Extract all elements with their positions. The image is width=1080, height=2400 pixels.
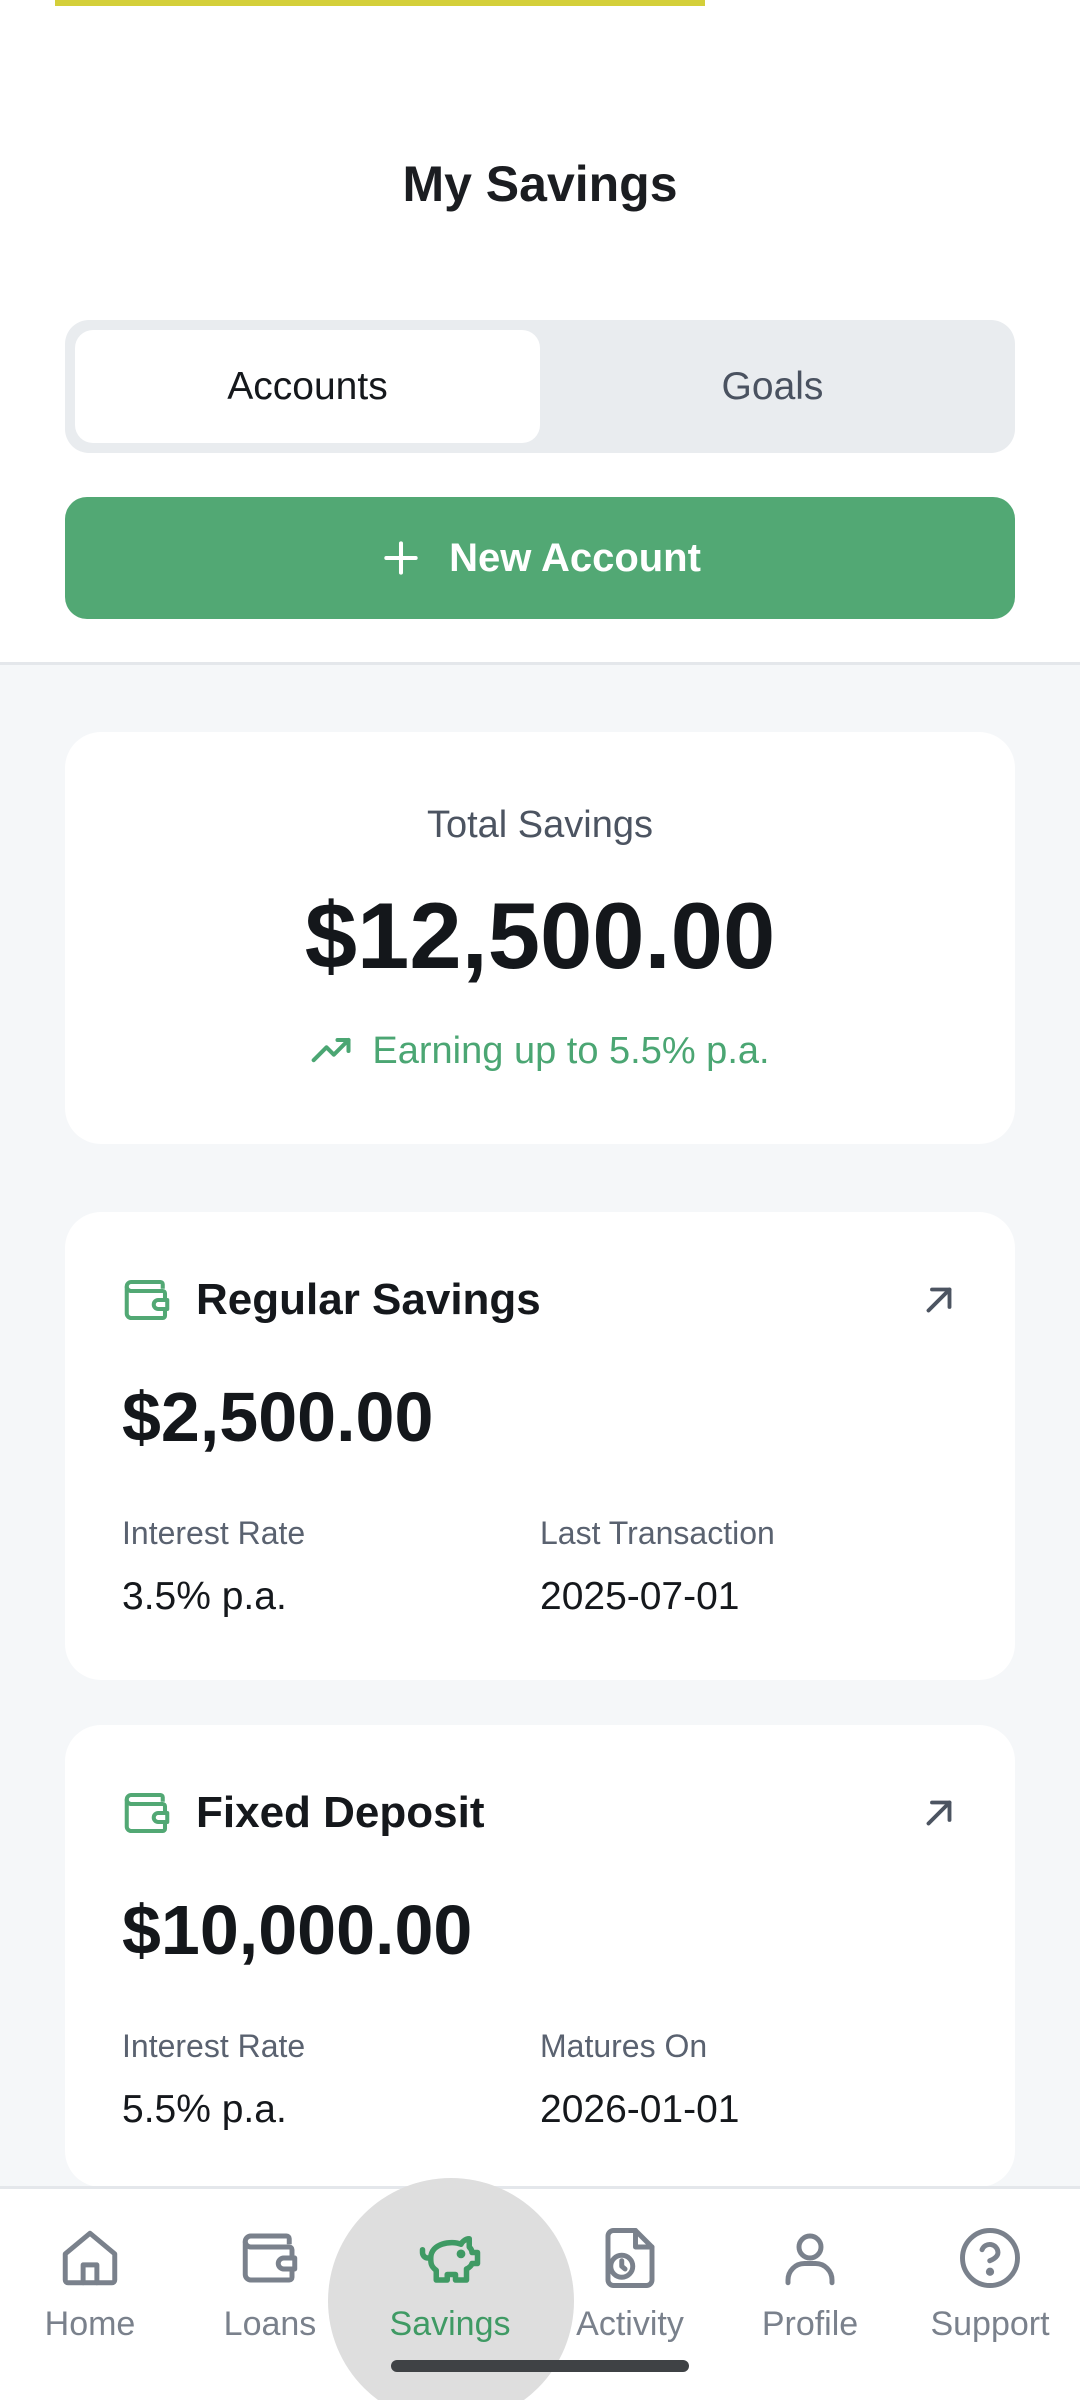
new-account-label: New Account xyxy=(449,535,701,580)
earning-rate: Earning up to 5.5% p.a. xyxy=(65,1029,1015,1073)
account-header: Fixed Deposit xyxy=(120,1783,960,1843)
nav-label: Loans xyxy=(223,2305,317,2343)
nav-label: Profile xyxy=(761,2305,859,2343)
account-name: Regular Savings xyxy=(196,1275,541,1324)
file-clock-icon xyxy=(605,2228,655,2288)
account-card-fixed-deposit[interactable]: Fixed Deposit $10,000.00 Interest Rate M… xyxy=(65,1725,1015,2187)
arrow-up-right-icon[interactable] xyxy=(918,1792,960,1834)
account-balance: $10,000.00 xyxy=(122,1891,473,1969)
wallet-icon xyxy=(242,2233,298,2283)
account-card-regular-savings[interactable]: Regular Savings $2,500.00 Interest Rate … xyxy=(65,1212,1015,1680)
home-indicator[interactable] xyxy=(391,2360,689,2372)
last-transaction-value: 2025-07-01 xyxy=(540,1575,740,1618)
user-icon xyxy=(785,2233,835,2286)
matures-on-label: Matures On xyxy=(540,2028,708,2064)
interest-rate-label: Interest Rate xyxy=(122,1515,306,1551)
new-account-button[interactable]: New Account xyxy=(65,497,1015,619)
help-circle-icon xyxy=(960,2228,1020,2288)
nav-label: Support xyxy=(930,2305,1050,2343)
nav-loans[interactable]: Loans xyxy=(180,2225,360,2355)
last-transaction-label: Last Transaction xyxy=(540,1515,775,1551)
nav-home[interactable]: Home xyxy=(0,2225,180,2355)
account-name: Fixed Deposit xyxy=(196,1788,485,1837)
nav-profile[interactable]: Profile xyxy=(720,2225,900,2355)
tab-goals[interactable]: Goals xyxy=(540,330,1005,443)
trending-up-icon xyxy=(312,1037,351,1063)
savings-screen: My Savings Accounts Goals New Account To… xyxy=(0,0,1080,2400)
nav-label: Savings xyxy=(389,2305,511,2343)
earning-text: Earning up to 5.5% p.a. xyxy=(372,1029,770,1072)
top-progress-bar xyxy=(55,0,705,6)
total-savings-amount: $12,500.00 xyxy=(304,883,776,988)
interest-rate-label: Interest Rate xyxy=(122,2028,306,2064)
segmented-control: Accounts Goals xyxy=(65,320,1015,453)
header: My Savings Accounts Goals New Account xyxy=(0,0,1080,665)
arrow-up-right-icon[interactable] xyxy=(918,1279,960,1321)
account-header: Regular Savings xyxy=(120,1270,960,1330)
nav-activity[interactable]: Activity xyxy=(540,2225,720,2355)
interest-rate-value: 3.5% p.a. xyxy=(122,1575,287,1618)
total-savings-label: Total Savings xyxy=(426,804,653,846)
wallet-icon xyxy=(124,1279,170,1321)
nav-label: Activity xyxy=(576,2305,684,2343)
account-balance: $2,500.00 xyxy=(122,1378,434,1456)
home-icon xyxy=(62,2230,118,2286)
page-title: My Savings xyxy=(402,156,678,212)
interest-rate-value: 5.5% p.a. xyxy=(122,2088,287,2131)
nav-label: Home xyxy=(44,2305,136,2343)
total-savings-card: Total Savings $12,500.00 Earning up to 5… xyxy=(65,732,1015,1144)
tab-accounts[interactable]: Accounts xyxy=(75,330,540,443)
piggy-bank-icon xyxy=(419,2236,481,2283)
nav-savings[interactable]: Savings xyxy=(360,2225,540,2355)
plus-icon xyxy=(384,541,418,575)
nav-support[interactable]: Support xyxy=(900,2225,1080,2355)
matures-on-value: 2026-01-01 xyxy=(540,2088,740,2131)
wallet-icon xyxy=(124,1792,170,1834)
